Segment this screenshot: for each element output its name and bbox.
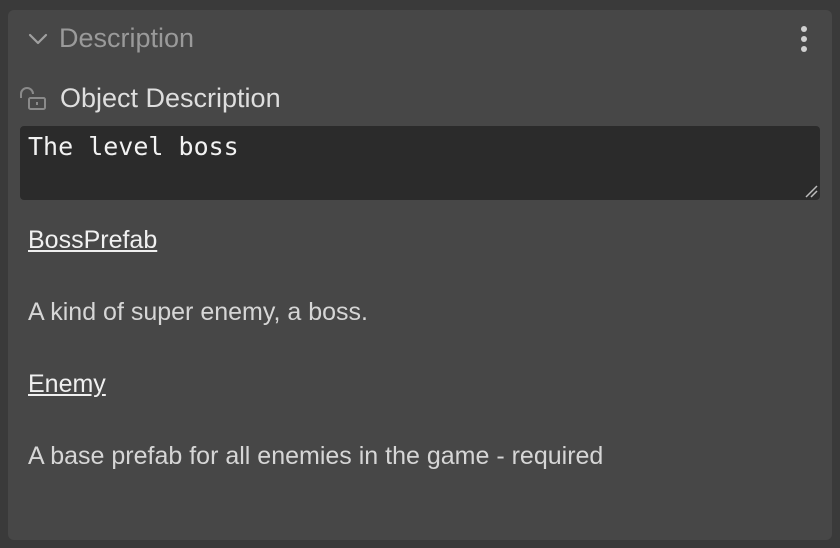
list-item: BossPrefab A kind of super enemy, a boss… xyxy=(28,220,818,364)
panel-header[interactable]: Description xyxy=(8,10,832,66)
chevron-down-icon[interactable] xyxy=(26,27,50,51)
entry-description: A base prefab for all enemies in the gam… xyxy=(28,442,604,470)
description-entries: BossPrefab A kind of super enemy, a boss… xyxy=(28,220,818,508)
unlock-icon[interactable] xyxy=(18,86,48,112)
object-description-row: Object Description xyxy=(8,78,832,118)
resize-handle-icon[interactable] xyxy=(804,184,818,198)
object-description-field-container: The level boss xyxy=(20,126,820,200)
object-description-field[interactable]: The level boss xyxy=(20,126,820,200)
entry-link-bossprefab[interactable]: BossPrefab xyxy=(28,220,818,260)
entry-link-enemy[interactable]: Enemy xyxy=(28,364,818,404)
list-item: Enemy A base prefab for all enemies in t… xyxy=(28,364,818,508)
panel-title: Description xyxy=(59,23,195,53)
object-description-label: Object Description xyxy=(60,83,281,113)
entry-description: A kind of super enemy, a boss. xyxy=(28,298,369,326)
kebab-menu-icon[interactable] xyxy=(792,24,816,54)
description-panel: Description Object Description The level… xyxy=(8,10,832,540)
